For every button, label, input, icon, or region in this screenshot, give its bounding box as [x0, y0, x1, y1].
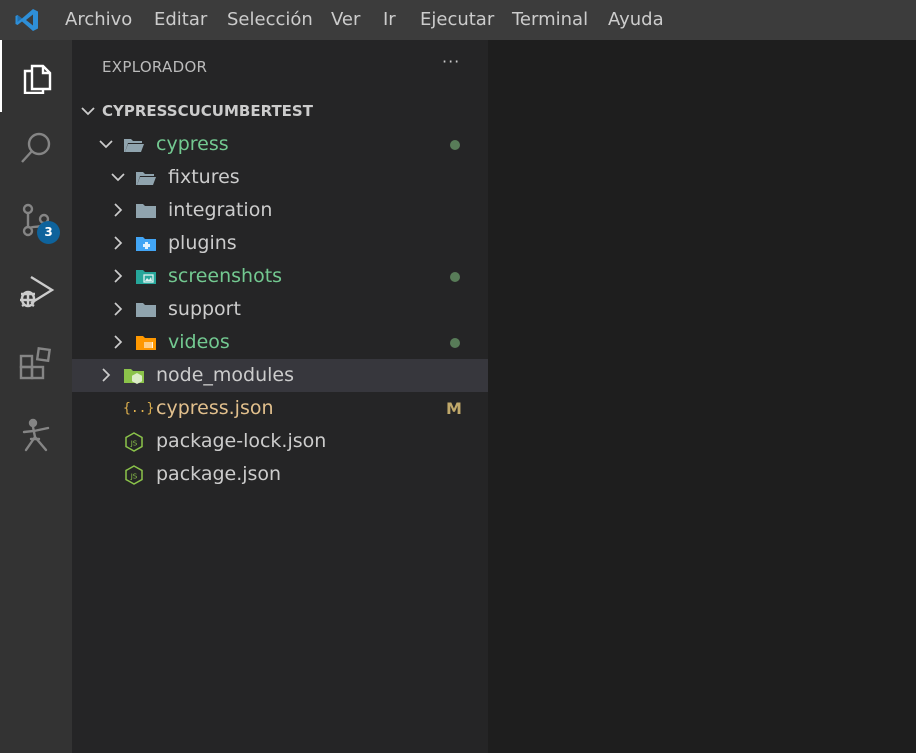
chevron-down-icon: [111, 173, 125, 182]
extensions-icon: [19, 346, 51, 380]
activity-bar: 3: [0, 40, 72, 753]
images-folder-icon: [136, 270, 156, 284]
git-status-dot: [450, 338, 460, 348]
nodejs-icon-text: JS: [130, 440, 138, 448]
tree-item-node-modules[interactable]: node_modules: [72, 359, 488, 392]
chevron-right-icon: [114, 335, 123, 349]
video-folder-icon: [136, 336, 156, 350]
scm-badge: 3: [37, 221, 60, 244]
run-debug-activity-button[interactable]: [0, 256, 72, 328]
more-actions-button[interactable]: ···: [442, 52, 460, 71]
chevron-right-icon: [114, 302, 123, 316]
node-folder-icon: [124, 369, 144, 384]
menu-ayuda[interactable]: Ayuda: [608, 0, 664, 40]
tree-item-label: integration: [168, 199, 273, 221]
tree-item-cypress-json[interactable]: {..} cypress.json M: [72, 392, 488, 425]
chevron-right-icon: [114, 203, 123, 217]
chevron-down-icon: [99, 140, 113, 149]
nodejs-file-icon: JS: [125, 465, 143, 485]
menu-seleccion[interactable]: Selección: [227, 0, 313, 40]
plugin-folder-icon: [136, 237, 156, 251]
tree-item-label: screenshots: [168, 265, 283, 287]
chevron-right-icon: [114, 236, 123, 250]
menu-archivo[interactable]: Archivo: [65, 0, 132, 40]
tree-item-cypress[interactable]: cypress: [72, 128, 488, 161]
menu-ver[interactable]: Ver: [331, 0, 360, 40]
explorer-title: EXPLORADOR: [102, 58, 208, 76]
folder-icon: [136, 303, 156, 317]
kungfu-figure-icon: [22, 418, 50, 452]
chevron-right-icon: [114, 269, 123, 283]
files-icon: [23, 64, 52, 94]
git-modified-mark: M: [446, 399, 462, 418]
search-activity-button[interactable]: [0, 112, 72, 184]
explorer-activity-button[interactable]: [0, 40, 72, 112]
menu-editar[interactable]: Editar: [154, 0, 207, 40]
tree-item-label: package-lock.json: [156, 430, 327, 452]
tree-item-label: fixtures: [168, 166, 240, 188]
tree-item-label: package.json: [156, 463, 282, 485]
chevron-right-icon: [102, 368, 111, 382]
vscode-logo-icon[interactable]: [14, 7, 40, 33]
json-file-icon: {..}: [123, 401, 155, 416]
menu-ir[interactable]: Ir: [383, 0, 396, 40]
tree-item-plugins[interactable]: plugins: [72, 227, 488, 260]
tree-item-label: plugins: [168, 232, 237, 254]
workspace-root-label: CYPRESSCUCUMBERTEST: [102, 102, 313, 120]
git-status-dot: [450, 272, 460, 282]
folder-open-icon: [124, 139, 144, 152]
explorer-sidebar: EXPLORADOR ··· CYPRESSCUCUMBERTEST cypre…: [72, 40, 488, 753]
tree-item-label: cypress.json: [156, 397, 274, 419]
nodejs-file-icon: JS: [125, 432, 143, 452]
chevron-down-icon: [81, 107, 95, 116]
git-status-dot: [450, 140, 460, 150]
source-control-activity-button[interactable]: [0, 184, 72, 256]
extensions-activity-button[interactable]: [0, 328, 72, 400]
search-icon: [21, 132, 51, 163]
editor-area[interactable]: [488, 40, 916, 753]
menu-ejecutar[interactable]: Ejecutar: [420, 0, 494, 40]
tree-item-support[interactable]: support: [72, 293, 488, 326]
tree-item-screenshots[interactable]: screenshots: [72, 260, 488, 293]
tree-item-label: cypress: [156, 133, 229, 155]
tree-item-label: videos: [168, 331, 230, 353]
folder-open-icon: [136, 172, 156, 185]
tree-item-integration[interactable]: integration: [72, 194, 488, 227]
tree-item-label: node_modules: [156, 364, 295, 386]
workspace-root[interactable]: CYPRESSCUCUMBERTEST: [72, 100, 488, 122]
tree-item-package-lock-json[interactable]: JS package-lock.json: [72, 425, 488, 458]
folder-icon: [136, 204, 156, 218]
nodejs-icon-text: JS: [130, 473, 138, 481]
testing-activity-button[interactable]: [0, 400, 72, 472]
menu-terminal[interactable]: Terminal: [512, 0, 588, 40]
title-bar: Archivo Editar Selección Ver Ir Ejecutar…: [0, 0, 916, 40]
tree-item-package-json[interactable]: JS package.json: [72, 458, 488, 491]
tree-item-videos[interactable]: videos: [72, 326, 488, 359]
tree-item-label: support: [168, 298, 241, 320]
tree-item-fixtures[interactable]: fixtures: [72, 161, 488, 194]
run-debug-icon: [20, 275, 55, 308]
